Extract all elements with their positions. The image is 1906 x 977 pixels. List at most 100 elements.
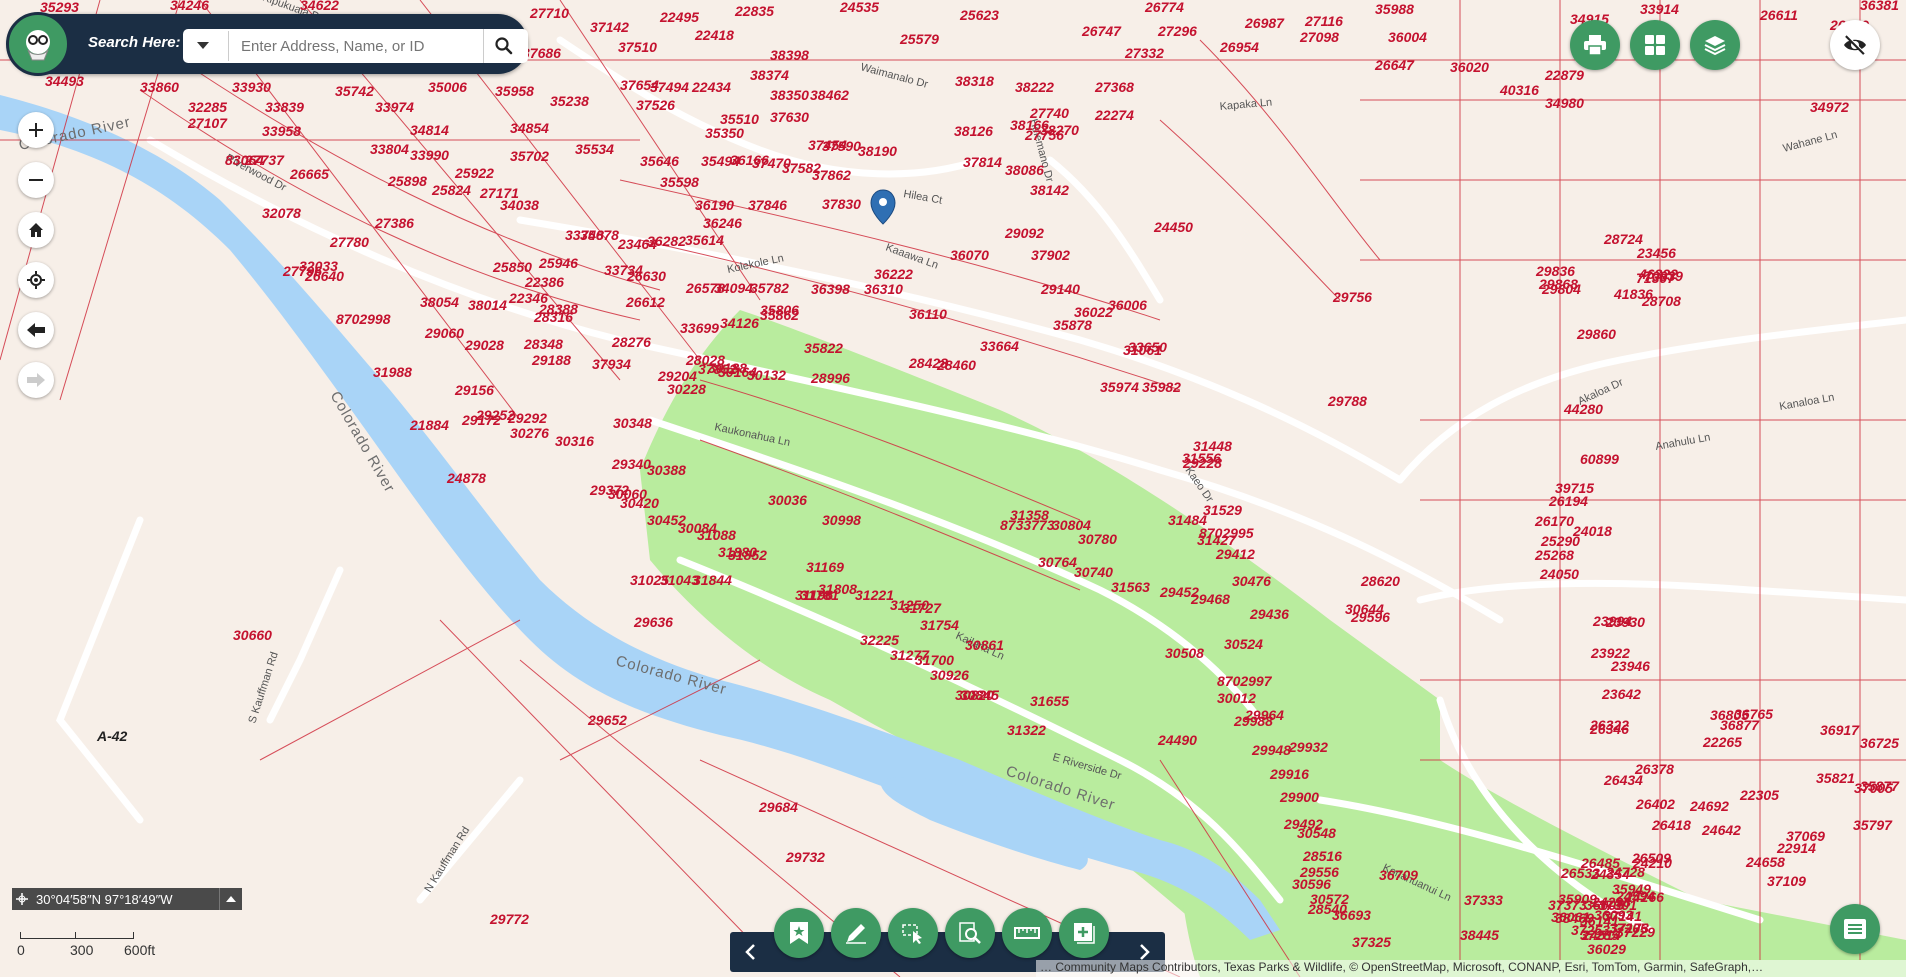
parcel-id-label[interactable]: 31727 — [902, 600, 942, 616]
parcel-id-label[interactable]: 35238 — [550, 93, 589, 109]
parcel-id-label[interactable]: 35782 — [750, 280, 789, 296]
parcel-id-label[interactable]: 36381 — [1860, 0, 1899, 13]
print-button[interactable] — [1570, 20, 1620, 70]
parcel-id-label[interactable]: 37494 — [650, 79, 689, 95]
locate-button[interactable] — [18, 262, 54, 298]
parcel-id-label[interactable]: 38222 — [1015, 79, 1054, 95]
parcel-id-label[interactable]: 30926 — [930, 667, 969, 683]
parcel-id-label[interactable]: 33804 — [370, 141, 409, 157]
parcel-id-label[interactable]: 27386 — [374, 215, 414, 231]
parcel-id-label[interactable]: 31221 — [855, 587, 894, 603]
parcel-id-label[interactable]: 25898 — [387, 173, 427, 189]
parcel-id-label[interactable]: 35350 — [705, 125, 744, 141]
parcel-id-label[interactable]: 30348 — [613, 415, 652, 431]
parcel-id-label[interactable]: 33914 — [1640, 1, 1679, 17]
parcel-id-label[interactable]: 30820 — [955, 687, 994, 703]
parcel-id-label[interactable]: 38462 — [810, 87, 849, 103]
parcel-id-label[interactable]: 36398 — [811, 281, 850, 297]
bookmark-tool-button[interactable] — [774, 908, 824, 958]
parcel-id-label[interactable]: 36006 — [1108, 297, 1147, 313]
parcel-id-label[interactable]: 30228 — [667, 381, 706, 397]
parcel-id-label[interactable]: 29900 — [1279, 789, 1319, 805]
parcel-id-label[interactable]: 26611 — [1759, 7, 1798, 23]
parcel-id-label[interactable]: 37333 — [1464, 892, 1503, 908]
parcel-id-label[interactable]: 37862 — [812, 167, 851, 183]
parcel-id-label[interactable]: 31754 — [920, 617, 959, 633]
parcel-id-label[interactable]: 38086 — [1005, 162, 1044, 178]
parcel-id-label[interactable]: 37229 — [1616, 924, 1655, 940]
parcel-id-label[interactable]: 32033 — [299, 258, 338, 274]
parcel-id-label[interactable]: 24692 — [1689, 798, 1729, 814]
parcel-id-label[interactable]: 38190 — [858, 143, 897, 159]
parcel-id-label[interactable]: 35534 — [575, 141, 614, 157]
parcel-id-label[interactable]: 31700 — [915, 652, 954, 668]
parcel-id-label[interactable]: 30998 — [822, 512, 861, 528]
parcel-id-label[interactable]: 38398 — [770, 47, 809, 63]
parcel-id-label[interactable]: 29436 — [1249, 606, 1289, 622]
previous-extent-button[interactable] — [18, 312, 54, 348]
parcel-id-label[interactable]: 22418 — [694, 27, 734, 43]
layers-button[interactable] — [1690, 20, 1740, 70]
parcel-id-label[interactable]: 38469 — [1555, 910, 1594, 926]
parcel-id-label[interactable]: 25268 — [1534, 547, 1574, 563]
parcel-id-label[interactable]: 30740 — [1074, 564, 1113, 580]
parcel-id-label[interactable]: 36310 — [864, 281, 903, 297]
parcel-id-label[interactable]: 29340 — [611, 456, 651, 472]
search-type-dropdown[interactable] — [183, 29, 223, 63]
parcel-id-label[interactable]: 25922 — [454, 165, 494, 181]
parcel-id-label[interactable]: 28460 — [936, 357, 976, 373]
parcel-id-label[interactable]: 26647 — [1374, 57, 1415, 73]
parcel-id-label[interactable]: 33958 — [262, 123, 301, 139]
parcel-id-label[interactable]: 35598 — [660, 174, 699, 190]
parcel-id-label[interactable]: 24658 — [1745, 854, 1785, 870]
parcel-id-label[interactable]: 30764 — [1038, 554, 1077, 570]
parcel-id-label[interactable]: 34814 — [410, 122, 449, 138]
parcel-id-label[interactable]: 38054 — [420, 294, 459, 310]
parcel-id-label[interactable]: 30316 — [555, 433, 594, 449]
parcel-id-label[interactable]: 26774 — [1144, 0, 1184, 15]
parcel-id-label[interactable]: 36166 — [730, 152, 769, 168]
parcel-id-label[interactable]: 31852 — [728, 547, 767, 563]
parcel-id-label[interactable]: 35949 — [1612, 881, 1651, 897]
parcel-id-label[interactable]: 25946 — [538, 255, 578, 271]
parcel-id-label[interactable]: 36725 — [1860, 735, 1899, 751]
parcel-id-label[interactable]: 31061 — [1123, 342, 1162, 358]
parcel-id-label[interactable]: 35821 — [1816, 770, 1855, 786]
parcel-id-label[interactable]: 44280 — [1563, 401, 1603, 417]
parcel-id-label[interactable]: 22274 — [1094, 107, 1134, 123]
parcel-id-label[interactable]: 24050 — [1539, 566, 1579, 582]
parcel-id-label[interactable]: 28348 — [523, 336, 563, 352]
parcel-id-label[interactable]: 29636 — [633, 614, 673, 630]
parcel-id-label[interactable]: 31988 — [373, 364, 412, 380]
toolbar-next-button[interactable] — [1135, 942, 1155, 962]
zoom-out-button[interactable] — [18, 162, 54, 198]
parcel-id-label[interactable]: 23930 — [1605, 614, 1645, 630]
parcel-id-label[interactable]: 27107 — [187, 115, 228, 131]
parcel-id-label[interactable]: 36190 — [695, 197, 734, 213]
parcel-id-label[interactable]: 37934 — [592, 356, 631, 372]
parcel-id-label[interactable]: 36070 — [950, 247, 989, 263]
parcel-id-label[interactable]: 33839 — [265, 99, 304, 115]
parcel-id-label[interactable]: 22495 — [659, 9, 699, 25]
parcel-id-label[interactable]: 31169 — [806, 559, 844, 575]
parcel-id-label[interactable]: 30660 — [233, 627, 272, 643]
parcel-id-label[interactable]: 36029 — [1587, 941, 1626, 957]
parcel-id-label[interactable]: 26954 — [1219, 39, 1259, 55]
basemap-gallery-button[interactable] — [1630, 20, 1680, 70]
coordinate-expand-button[interactable] — [219, 888, 242, 910]
parcel-id-label[interactable]: 29156 — [454, 382, 494, 398]
parcel-id-label[interactable]: 26402 — [1635, 796, 1675, 812]
parcel-id-label[interactable]: 37814 — [963, 154, 1002, 170]
parcel-id-label[interactable]: 30476 — [1232, 573, 1271, 589]
parcel-id-label[interactable]: 36110 — [909, 306, 947, 322]
parcel-id-label[interactable]: 40316 — [1499, 82, 1539, 98]
parcel-id-label[interactable]: 33748 — [565, 227, 604, 243]
parcel-id-label[interactable]: 37325 — [1352, 934, 1391, 950]
parcel-id-label[interactable]: 37830 — [822, 196, 861, 212]
parcel-id-label[interactable]: 34622 — [300, 0, 339, 13]
parcel-id-label[interactable]: 8702998 — [336, 311, 391, 327]
parcel-id-label[interactable]: 24450 — [1153, 219, 1193, 235]
parcel-id-label[interactable]: 32225 — [860, 632, 899, 648]
parcel-id-label[interactable]: 36693 — [1332, 907, 1371, 923]
parcel-id-label[interactable]: 37630 — [770, 109, 809, 125]
